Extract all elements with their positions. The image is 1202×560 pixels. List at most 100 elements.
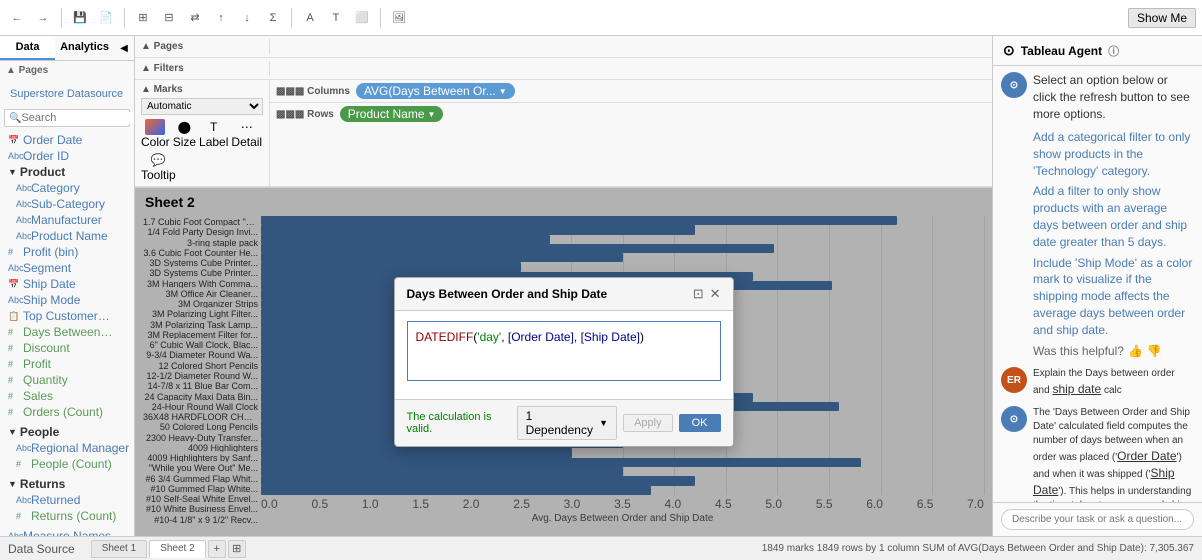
agent-text-2: The 'Days Between Order and Ship Date' c… bbox=[1033, 406, 1194, 502]
swap-button[interactable]: ⇄ bbox=[184, 7, 206, 29]
agent-input[interactable] bbox=[1001, 509, 1194, 530]
field-top-customers[interactable]: 📋 Top Customers by P... bbox=[4, 308, 130, 324]
option-2[interactable]: Add a filter to only show products with … bbox=[1033, 183, 1194, 250]
marks-type-select[interactable]: Automatic bbox=[141, 98, 263, 115]
dependency-label: 1 Dependency bbox=[526, 409, 597, 437]
new-button[interactable]: 📄 bbox=[95, 7, 117, 29]
chevron-icon: ▼ bbox=[8, 167, 17, 177]
field-category[interactable]: Abc Category bbox=[4, 180, 130, 196]
field-profit[interactable]: # Profit bbox=[4, 356, 130, 372]
marks-tooltip-btn[interactable]: 💬 Tooltip bbox=[141, 152, 176, 182]
field-people-count[interactable]: # People (Count) bbox=[4, 456, 130, 472]
agent-header: ⊙ Tableau Agent ⓘ bbox=[993, 36, 1202, 66]
analytics-tab[interactable]: Analytics bbox=[55, 36, 114, 60]
sheet2-tab[interactable]: Sheet 2 bbox=[149, 540, 205, 558]
user-text-1: Explain the Days between order and ship … bbox=[1033, 367, 1194, 398]
save-button[interactable]: 💾 bbox=[69, 7, 91, 29]
filters-shelf: ▲ Filters bbox=[135, 58, 992, 80]
ok-button[interactable]: OK bbox=[679, 414, 721, 432]
chevron-people-icon: ▼ bbox=[8, 427, 17, 437]
field-orders-count[interactable]: # Orders (Count) bbox=[4, 404, 130, 420]
marks-size-btn[interactable]: ⬤ Size bbox=[173, 119, 196, 149]
field-discount[interactable]: # Discount bbox=[4, 340, 130, 356]
apply-button[interactable]: Apply bbox=[623, 414, 673, 432]
back-button[interactable]: ← bbox=[6, 7, 28, 29]
modal-header-icons: ⊡ ✕ bbox=[693, 286, 721, 302]
pages-label[interactable]: ▲ Pages bbox=[6, 65, 128, 76]
field-profit-bin[interactable]: # Profit (bin) bbox=[4, 244, 130, 260]
thumbs-down-icon-1[interactable]: 👎 bbox=[1147, 343, 1162, 360]
option-1[interactable]: Add a categorical filter to only show pr… bbox=[1033, 129, 1194, 179]
field-ship-date[interactable]: 📅 Ship Date bbox=[4, 276, 130, 292]
table-button[interactable]: ⊟ bbox=[158, 7, 180, 29]
field-returns-group[interactable]: ▼ Returns bbox=[4, 476, 130, 492]
formula-editor[interactable]: DATEDIFF('day', [Order Date], [Ship Date… bbox=[407, 321, 721, 381]
detail-icon: ⋯ bbox=[237, 119, 257, 135]
field-regional-manager[interactable]: Abc Regional Manager bbox=[4, 440, 130, 456]
tooltip-button[interactable]: 🖼 bbox=[388, 7, 410, 29]
modal-expand-icon[interactable]: ⊡ bbox=[693, 286, 704, 302]
new-sheet-button[interactable]: + bbox=[208, 540, 226, 558]
data-tab[interactable]: Data bbox=[0, 36, 55, 60]
bottom-bar: Data Source Sheet 1 Sheet 2 + ⊞ 1849 mar… bbox=[0, 536, 1202, 560]
grid-button[interactable]: ⊞ bbox=[132, 7, 154, 29]
field-manufacturer[interactable]: Abc Manufacturer bbox=[4, 212, 130, 228]
data-source-tab[interactable]: Data Source bbox=[8, 542, 75, 556]
field-order-id[interactable]: Abc Order ID bbox=[4, 148, 130, 164]
field-returns-count[interactable]: # Returns (Count) bbox=[4, 508, 130, 524]
field-people-group[interactable]: ▼ People bbox=[4, 424, 130, 440]
formula-field-order: [Order Date] bbox=[508, 330, 574, 344]
rows-field-tag[interactable]: Product Name ▼ bbox=[340, 106, 444, 122]
field-ship-mode[interactable]: Abc Ship Mode bbox=[4, 292, 130, 308]
center-panel: ▲ Pages ▲ Filters ▲ Marks Automatic bbox=[135, 36, 992, 536]
field-segment[interactable]: Abc Segment bbox=[4, 260, 130, 276]
field-order-date[interactable]: 📅 Order Date bbox=[4, 132, 130, 148]
panel-collapse-btn[interactable]: ◀ bbox=[114, 36, 134, 60]
highlight-button[interactable]: A bbox=[299, 7, 321, 29]
viz-area: Sheet 2 1.7 Cubic Foot Compact "C...1/4 … bbox=[135, 188, 992, 536]
field-quantity[interactable]: # Quantity bbox=[4, 372, 130, 388]
label-button[interactable]: T bbox=[325, 7, 347, 29]
columns-field-label: AVG(Days Between Or... bbox=[364, 84, 496, 98]
rows-shelf: ▩▩▩ Rows Product Name ▼ bbox=[270, 103, 992, 125]
modal-body: DATEDIFF('day', [Order Date], [Ship Date… bbox=[395, 311, 733, 399]
columns-field-drop: ▼ bbox=[499, 87, 507, 96]
modal-close-icon[interactable]: ✕ bbox=[710, 286, 721, 302]
footer-buttons: 1 Dependency ▼ Apply OK bbox=[517, 406, 721, 440]
pages-section: ▲ Pages bbox=[0, 61, 134, 82]
sum-button[interactable]: Σ bbox=[262, 7, 284, 29]
marks-color-btn[interactable]: Color bbox=[141, 119, 170, 149]
field-measure-names[interactable]: Abc Measure Names bbox=[4, 528, 130, 536]
field-sales[interactable]: # Sales bbox=[4, 388, 130, 404]
field-returned[interactable]: Abc Returned bbox=[4, 492, 130, 508]
filters-label: ▲ Filters bbox=[135, 61, 270, 76]
agent-info-icon[interactable]: ⓘ bbox=[1108, 43, 1119, 59]
marks-label-btn[interactable]: T Label bbox=[199, 119, 228, 149]
field-product-group[interactable]: ▼ Product bbox=[4, 164, 130, 180]
field-subcategory[interactable]: Abc Sub-Category bbox=[4, 196, 130, 212]
option-3[interactable]: Include 'Ship Mode' as a color mark to v… bbox=[1033, 255, 1194, 339]
forward-button[interactable]: → bbox=[32, 7, 54, 29]
columns-field-tag[interactable]: AVG(Days Between Or... ▼ bbox=[356, 83, 515, 99]
search-input[interactable] bbox=[21, 112, 135, 124]
format-button[interactable]: ⬜ bbox=[351, 7, 373, 29]
sheet1-tab[interactable]: Sheet 1 bbox=[91, 540, 147, 558]
show-me-button[interactable]: Show Me bbox=[1128, 8, 1196, 28]
modal-footer: The calculation is valid. 1 Dependency ▼… bbox=[395, 399, 733, 446]
sort-asc-button[interactable]: ↑ bbox=[210, 7, 232, 29]
pages-shelf: ▲ Pages bbox=[135, 36, 992, 58]
sort-desc-button[interactable]: ↓ bbox=[236, 7, 258, 29]
field-days-between[interactable]: # Days Between Orde... bbox=[4, 324, 130, 340]
user-message-1: ER Explain the Days between order and sh… bbox=[1001, 367, 1194, 398]
datasource-name[interactable]: Superstore Datasource bbox=[6, 86, 128, 102]
size-icon: ⬤ bbox=[174, 119, 194, 135]
modal-overlay: Days Between Order and Ship Date ⊡ ✕ DAT… bbox=[135, 188, 992, 536]
field-product-name[interactable]: Abc Product Name bbox=[4, 228, 130, 244]
marks-buttons: Color ⬤ Size T Label ⋯ Detail bbox=[141, 119, 263, 182]
agent-input-area bbox=[993, 502, 1202, 536]
dependency-button[interactable]: 1 Dependency ▼ bbox=[517, 406, 618, 440]
grid-sheet-button[interactable]: ⊞ bbox=[228, 540, 246, 558]
thumbs-up-icon-1[interactable]: 👍 bbox=[1128, 343, 1143, 360]
marks-detail-btn[interactable]: ⋯ Detail bbox=[231, 119, 262, 149]
sep2 bbox=[124, 8, 125, 28]
